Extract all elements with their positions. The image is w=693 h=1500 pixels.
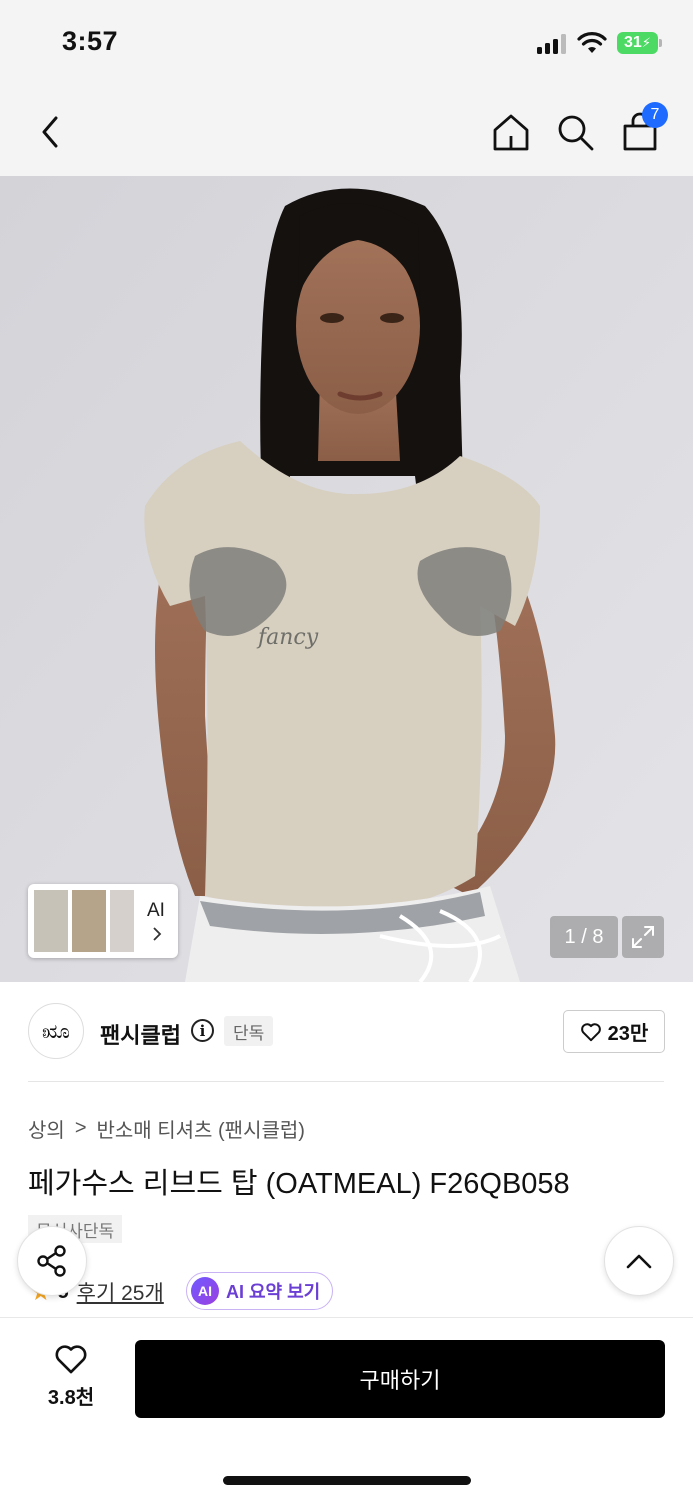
buy-button[interactable]: 구매하기 bbox=[135, 1340, 665, 1418]
chevron-left-icon bbox=[42, 116, 58, 148]
breadcrumb-category[interactable]: 상의 bbox=[28, 1114, 65, 1143]
divider bbox=[28, 1081, 664, 1082]
brand-name[interactable]: 팬시클럽 bbox=[100, 1018, 181, 1050]
review-link[interactable]: 후기 25개 bbox=[77, 1277, 164, 1307]
thumbnail-2 bbox=[72, 890, 106, 952]
image-counter: 1 / 8 bbox=[550, 916, 618, 958]
cart-count-badge: 7 bbox=[642, 102, 668, 128]
heart-icon bbox=[580, 1022, 601, 1041]
ai-thumbnail-strip[interactable]: AI bbox=[28, 884, 178, 958]
expand-icon bbox=[632, 926, 654, 948]
chevron-right-icon bbox=[153, 927, 162, 941]
expand-button[interactable] bbox=[622, 916, 664, 958]
brand-like-button[interactable]: 23만 bbox=[563, 1010, 665, 1053]
home-button[interactable] bbox=[489, 110, 533, 154]
signal-icon bbox=[537, 34, 567, 54]
share-button[interactable] bbox=[17, 1226, 87, 1296]
brand-like-count: 23만 bbox=[607, 1023, 649, 1045]
thumbnail-3 bbox=[110, 890, 134, 952]
breadcrumb-subcategory[interactable]: 반소매 티셔츠 (팬시클럽) bbox=[97, 1114, 305, 1143]
breadcrumb-separator: > bbox=[74, 1117, 87, 1139]
ai-label: AI bbox=[147, 900, 165, 921]
wishlist-count: 3.8천 bbox=[47, 1387, 95, 1409]
wifi-icon bbox=[577, 32, 607, 53]
svg-text:fancy: fancy bbox=[256, 625, 319, 650]
home-icon bbox=[493, 114, 529, 151]
share-icon bbox=[37, 1245, 66, 1277]
battery-level: 31 bbox=[624, 34, 642, 51]
status-time: 3:57 bbox=[62, 26, 119, 56]
battery-icon: 31 ⚡ bbox=[617, 32, 662, 54]
chevron-up-icon bbox=[626, 1254, 652, 1269]
product-photo: fancy bbox=[0, 176, 693, 982]
ai-summary-label: AI 요약 보기 bbox=[226, 1282, 321, 1302]
brand-logo[interactable]: ೠ bbox=[28, 1003, 84, 1059]
nav-bar: 7 bbox=[0, 88, 693, 176]
ai-summary-button[interactable]: AI AI 요약 보기 bbox=[186, 1272, 334, 1310]
brand-logo-mark: ೠ bbox=[42, 1019, 70, 1043]
search-button[interactable] bbox=[553, 110, 597, 154]
thumbnail-1 bbox=[34, 890, 68, 952]
back-button[interactable] bbox=[28, 110, 72, 154]
product-image[interactable]: fancy AI 1 / 8 bbox=[0, 176, 693, 982]
home-indicator bbox=[223, 1476, 471, 1485]
scroll-top-button[interactable] bbox=[604, 1226, 674, 1296]
product-title: 페가수스 리브드 탑 (OATMEAL) F26QB058 bbox=[28, 1168, 570, 1200]
status-bar: 3:57 31 ⚡ bbox=[0, 0, 693, 88]
search-icon bbox=[558, 115, 594, 151]
exclusive-chip: 단독 bbox=[224, 1016, 274, 1046]
heart-icon bbox=[55, 1345, 87, 1374]
breadcrumb: 상의 > 반소매 티셔츠 (팬시클럽) bbox=[28, 1114, 305, 1143]
ai-badge-icon: AI bbox=[191, 1277, 219, 1305]
cart-button[interactable]: 7 bbox=[618, 102, 668, 154]
wishlist-button[interactable]: 3.8천 bbox=[30, 1343, 112, 1413]
info-icon[interactable]: i bbox=[191, 1019, 214, 1042]
